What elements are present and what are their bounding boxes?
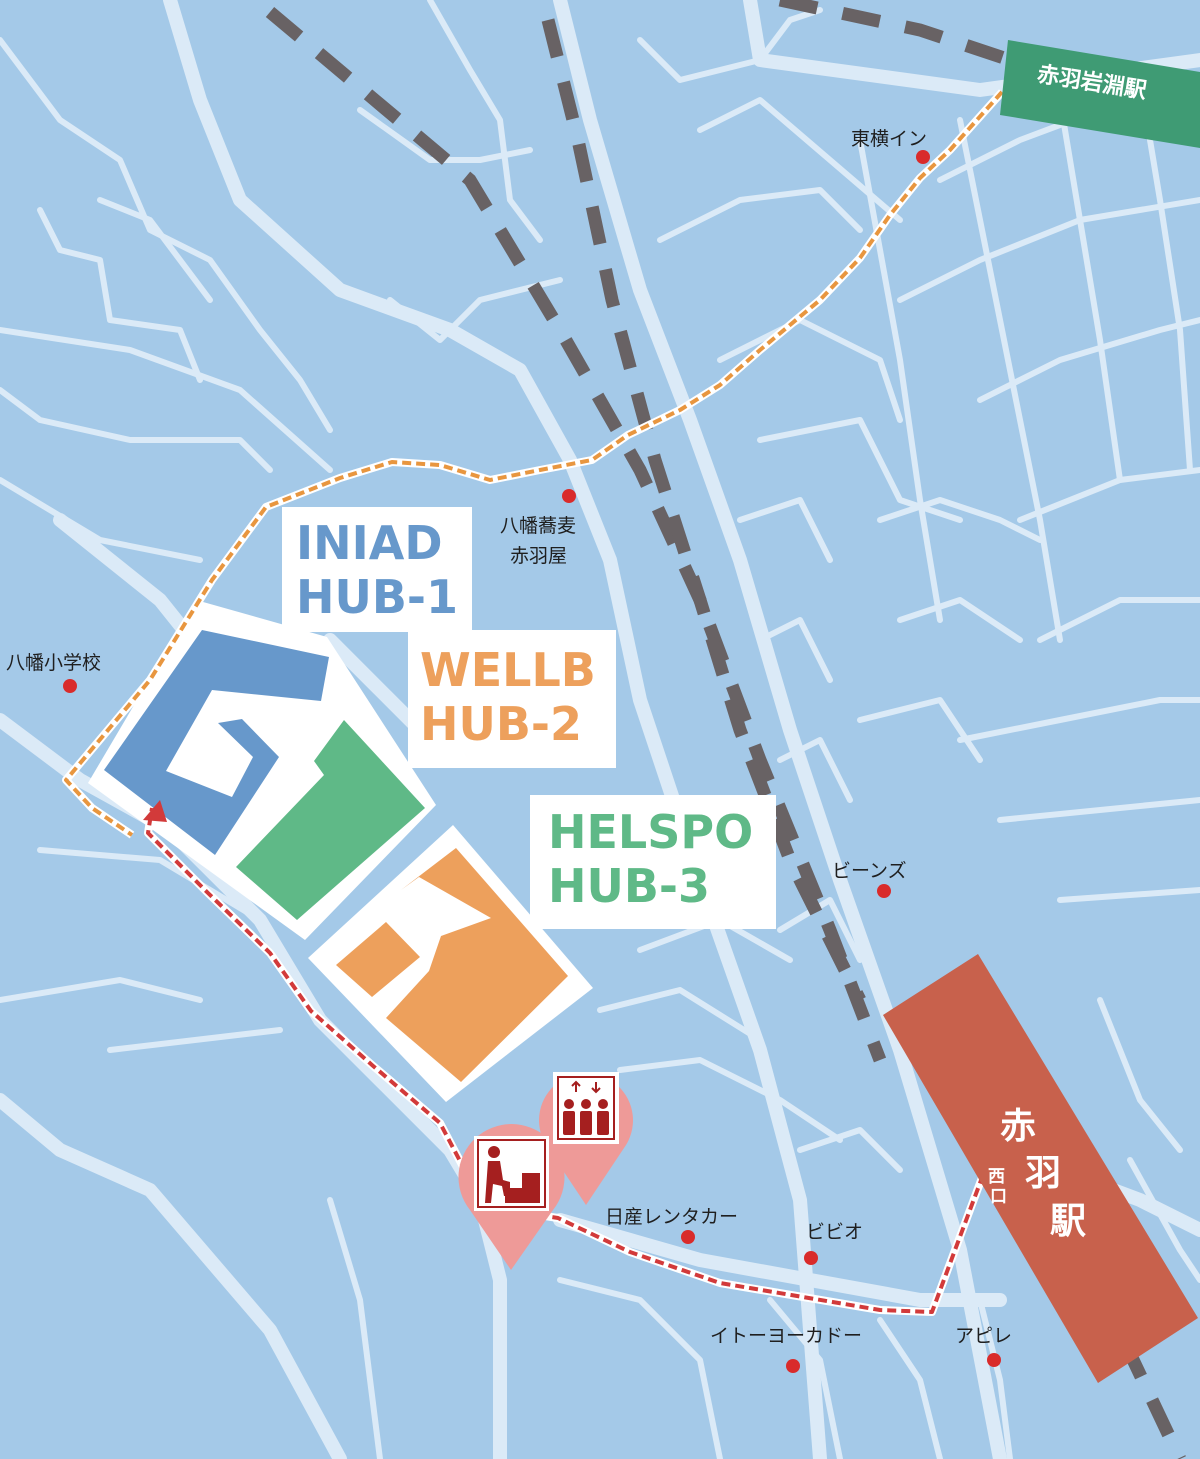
elevator-icon [553,1072,619,1144]
hub2-number: HUB-2 [420,697,582,751]
poi-dot-soba [562,489,576,503]
label-beans: ビーンズ [832,860,907,882]
stairs-icon [474,1136,549,1211]
poi-dot-hachiman-school [63,679,77,693]
akabane-char-3: 駅 [1050,1201,1086,1242]
poi-dot-vivio [804,1251,818,1265]
poi-dot-toyoko-inn [916,150,930,164]
label-soba-line1: 八幡蕎麦 [500,515,576,537]
label-hub3: HELSPO HUB-3 [530,795,776,929]
hub2-name: WELLB [420,643,596,697]
label-hachiman-school: 八幡小学校 [6,652,101,674]
poi-dot-beans [877,884,891,898]
west-exit-char-1: 西 [988,1167,1005,1187]
poi-dot-apire [987,1353,1001,1367]
label-hub2: WELLB HUB-2 [408,630,616,768]
access-map: INIAD HUB-1 WELLB HUB-2 HELSPO HUB-3 赤羽岩… [0,0,1200,1459]
hub1-number: HUB-1 [296,570,458,624]
poi-dot-ito-yokado [786,1359,800,1373]
label-toyoko-inn: 東横イン [851,128,927,150]
poi-dot-nissan [681,1230,695,1244]
label-hub1: INIAD HUB-1 [282,507,472,632]
hub3-number: HUB-3 [548,859,710,913]
akabane-char-1: 赤 [1000,1106,1036,1147]
hub3-name: HELSPO [548,805,753,859]
label-nissan: 日産レンタカー [605,1206,738,1228]
hub1-name: INIAD [296,516,443,570]
label-ito-yokado: イトーヨーカドー [710,1325,862,1347]
west-exit-char-2: 口 [990,1187,1007,1207]
label-soba-line2: 赤羽屋 [510,545,567,567]
label-vivio: ビビオ [806,1221,863,1243]
label-apire: アピレ [955,1325,1012,1347]
akabane-char-2: 羽 [1025,1153,1061,1194]
